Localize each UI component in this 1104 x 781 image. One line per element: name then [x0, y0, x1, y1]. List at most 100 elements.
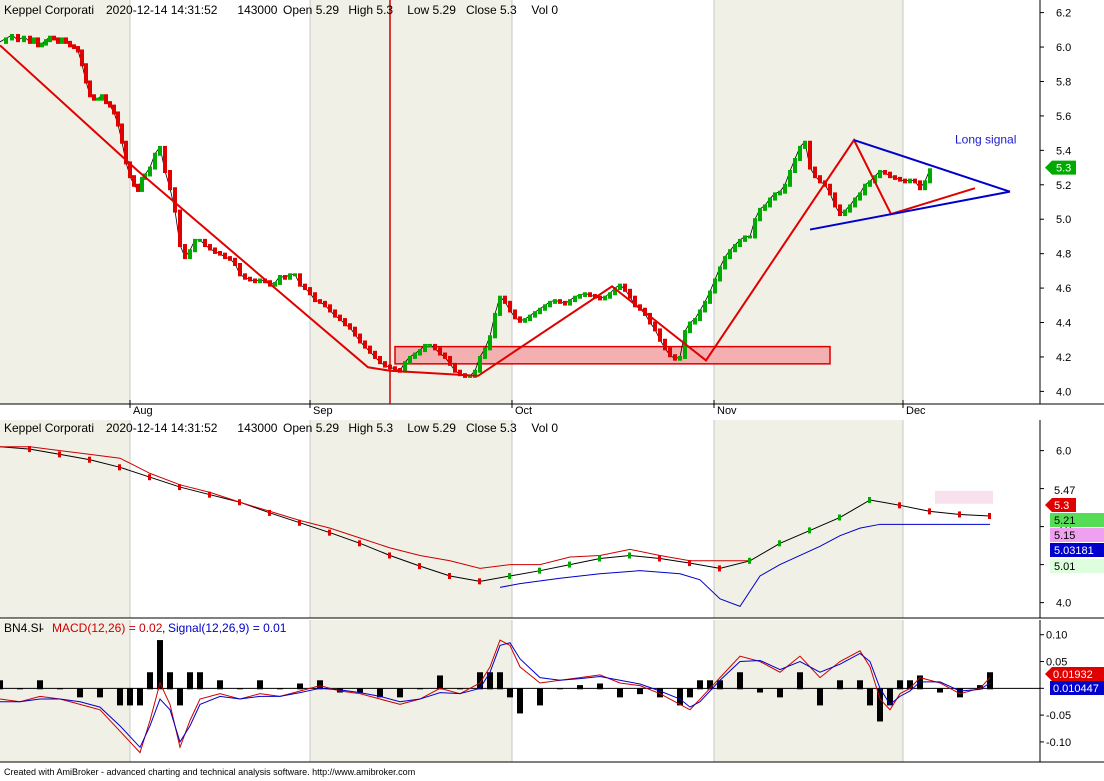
price-bar	[96, 97, 100, 101]
panel2-header-field: Open 5.29	[283, 421, 339, 435]
price-bar	[433, 343, 437, 351]
y-tick-label: -0.10	[1046, 737, 1071, 749]
price-bar	[116, 111, 120, 127]
price-bar	[723, 256, 727, 270]
macd-histogram-bar	[637, 688, 643, 695]
macd-histogram-bar	[737, 672, 743, 690]
price-bar	[868, 180, 872, 187]
price-bar	[913, 178, 917, 184]
price-bar	[253, 278, 257, 284]
macd-histogram-bar	[507, 688, 513, 698]
price-bar	[678, 355, 682, 361]
month-band	[0, 620, 130, 762]
macd-histogram-bar	[757, 688, 763, 693]
panel1-header-field: Low 5.29	[407, 3, 456, 17]
price-bar	[68, 40, 72, 48]
price-bar	[193, 238, 197, 253]
band-candle	[628, 552, 631, 559]
price-bar	[568, 299, 572, 306]
price-bar	[528, 314, 532, 322]
price-bar	[928, 168, 932, 184]
y-tick-label: 0.10	[1046, 630, 1067, 642]
price-bar	[838, 204, 842, 217]
price-bar	[338, 314, 342, 322]
macd-histogram-bar	[517, 688, 523, 714]
x-tick-label: Dec	[906, 405, 926, 417]
price-bar	[76, 46, 80, 53]
price-bar	[358, 333, 362, 344]
band-candle	[118, 464, 121, 471]
band-candle	[418, 563, 421, 570]
price-bar	[543, 304, 547, 311]
month-band	[0, 420, 130, 618]
price-bar	[183, 244, 187, 260]
price-bar	[238, 262, 242, 277]
band-candle	[478, 578, 481, 585]
macd-histogram-bar	[97, 688, 103, 698]
price-bar	[448, 355, 452, 366]
price-bar	[163, 145, 167, 174]
price-bar	[803, 140, 807, 149]
band-candle	[508, 573, 511, 579]
price-bar	[168, 170, 172, 191]
macd-histogram-bar	[797, 672, 803, 690]
price-bar	[808, 140, 812, 170]
price-bar	[818, 175, 822, 184]
price-bar	[773, 192, 777, 201]
price-bar	[243, 273, 247, 280]
price-bar	[758, 207, 762, 222]
band-candle	[658, 555, 661, 562]
macd-histogram-bar	[167, 672, 173, 690]
macd-histogram-bar	[197, 672, 203, 690]
band-candle	[28, 446, 31, 453]
price-bar	[218, 250, 222, 256]
price-bar	[863, 183, 867, 196]
annotation-long-signal: Long signal	[955, 132, 1016, 146]
legend-separator: ,	[162, 621, 165, 635]
footer-credit: Created with AmiBroker - advanced charti…	[4, 767, 416, 777]
price-bar	[858, 192, 862, 201]
price-bar	[48, 35, 52, 43]
band-candle	[178, 484, 181, 491]
price-bar	[763, 204, 767, 211]
price-label: 5.3	[1054, 500, 1069, 512]
price-bar	[428, 343, 432, 347]
y-tick-label: 4.0	[1056, 598, 1071, 610]
chart-canvas[interactable]: 4.0 4.2 4.4 4.6 4.8 5.0 5.2 5.4 5.6 5.8 6.0 6.2 Aug S…	[0, 0, 1104, 781]
price-bar	[10, 33, 14, 41]
price-bar	[408, 355, 412, 365]
panel3-separator: -	[40, 621, 44, 635]
macd-histogram-bar	[687, 688, 693, 698]
month-band	[0, 0, 130, 404]
macd-histogram-bar	[397, 688, 403, 698]
panel1-header-field: Close 5.3	[466, 3, 517, 17]
price-bar	[153, 152, 157, 170]
price-bar	[718, 266, 722, 282]
price-bar	[488, 335, 492, 351]
value-label: 0.01932	[1053, 669, 1093, 681]
panel-bg-2	[0, 420, 1104, 618]
price-bar	[548, 300, 552, 308]
price-bar	[258, 278, 262, 284]
panel2-title: Keppel Corporati	[4, 421, 94, 435]
price-bar	[733, 244, 737, 253]
price-bar	[713, 278, 717, 294]
price-bar	[608, 292, 612, 299]
macd-histogram-bar	[177, 688, 183, 706]
price-bar	[28, 35, 32, 44]
price-bar	[748, 235, 752, 239]
price-bar	[753, 218, 757, 239]
price-bar	[203, 238, 207, 248]
price-bar	[413, 352, 417, 359]
resistance-zone	[935, 490, 993, 504]
month-band	[310, 420, 512, 618]
y-tick-label: 4.4	[1056, 318, 1071, 330]
price-bar	[878, 170, 882, 179]
panel2-header-field: Vol 0	[531, 421, 558, 435]
price-bar	[52, 35, 56, 41]
price-bar	[108, 101, 112, 108]
band-candle	[538, 567, 541, 574]
price-bar	[288, 273, 292, 280]
price-bar	[553, 299, 557, 304]
price-bar	[318, 299, 322, 304]
